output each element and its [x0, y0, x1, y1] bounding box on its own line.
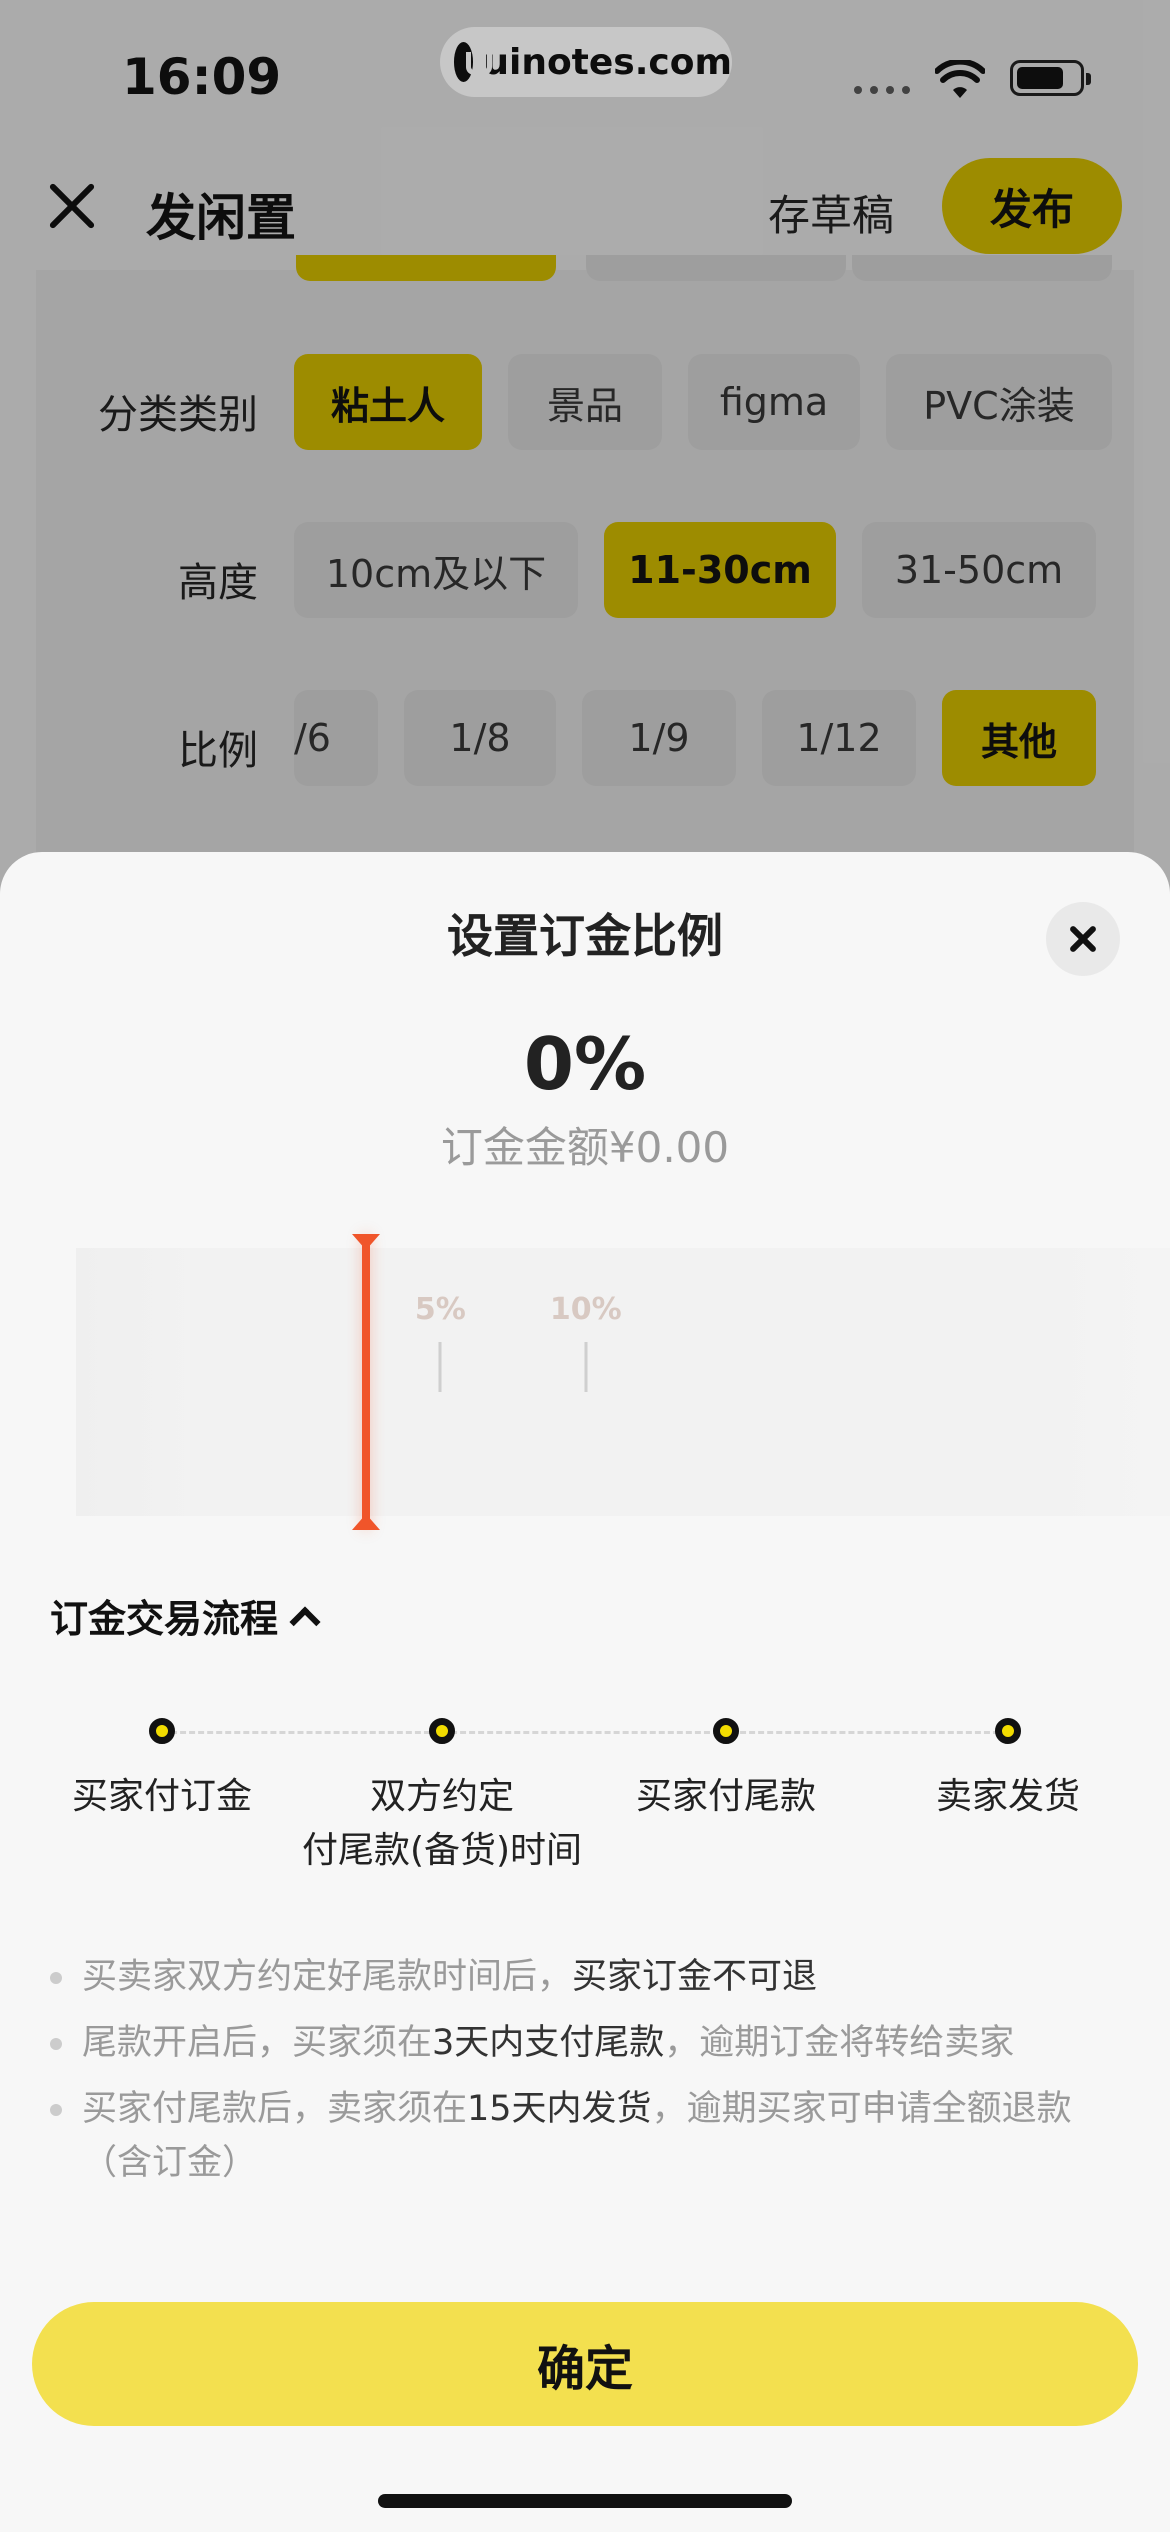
slider-indicator[interactable]	[351, 1234, 380, 1530]
sheet-title: 设置订金比例	[447, 909, 723, 963]
deposit-percent: 0%	[523, 1022, 647, 1106]
step-label: 买家付订金	[71, 1776, 252, 1817]
step-label-line1: 双方约定	[369, 1776, 514, 1817]
confirm-button[interactable]: 确定	[32, 2302, 1138, 2426]
step-dot	[995, 1718, 1021, 1744]
flow-toggle[interactable]: 订金交易流程	[50, 1588, 321, 1643]
flow-step-agree-time: 双方约定 付尾款(备货)时间	[292, 1710, 592, 1878]
home-indicator	[378, 2494, 792, 2508]
deposit-ratio-slider[interactable]: 5% 10%	[76, 1234, 1170, 1530]
slider-tick-mark	[438, 1342, 442, 1392]
step-label-line2: 付尾款(备货)时间	[301, 1830, 583, 1871]
rule-item: 买家付尾款后，卖家须在15天内发货，逾期买家可申请全额退款（含订金）	[50, 2082, 1130, 2190]
deposit-flow: 买家付订金 双方约定 付尾款(备货)时间 买家付尾款 卖家发货	[0, 1710, 1170, 1910]
modal-overlay[interactable]	[0, 0, 1170, 900]
close-icon[interactable]	[1046, 902, 1120, 976]
slider-tick-label: 5%	[414, 1292, 466, 1327]
slider-tick-mark	[584, 1342, 588, 1392]
deposit-ratio-sheet: 设置订金比例 0% 订金金额¥0.00 5% 10% 订金交易流程 买家付订金 …	[0, 852, 1170, 2532]
step-dot	[429, 1718, 455, 1744]
step-label: 卖家发货	[935, 1776, 1080, 1817]
flow-step-buyer-balance: 买家付尾款	[576, 1710, 876, 1824]
deposit-rules: 买卖家双方约定好尾款时间后，买家订金不可退 尾款开启后，买家须在3天内支付尾款，…	[50, 1950, 1130, 2202]
slider-tick-10: 10%	[550, 1248, 622, 1516]
step-dot	[149, 1718, 175, 1744]
step-label: 双方约定 付尾款(备货)时间	[292, 1770, 592, 1878]
rule-item: 尾款开启后，买家须在3天内支付尾款，逾期订金将转给卖家	[50, 2016, 1130, 2070]
chevron-up-icon	[289, 1605, 321, 1638]
slider-tick-label: 10%	[549, 1292, 622, 1327]
rule-item: 买卖家双方约定好尾款时间后，买家订金不可退	[50, 1950, 1130, 2004]
flow-step-seller-ship: 卖家发货	[858, 1710, 1158, 1824]
flow-title: 订金交易流程	[50, 1597, 279, 1641]
step-dot	[713, 1718, 739, 1744]
step-label: 买家付尾款	[635, 1776, 816, 1817]
deposit-amount: 订金金额¥0.00	[440, 1123, 730, 1172]
flow-step-buyer-deposit: 买家付订金	[12, 1710, 312, 1824]
slider-tick-5: 5%	[415, 1248, 466, 1516]
